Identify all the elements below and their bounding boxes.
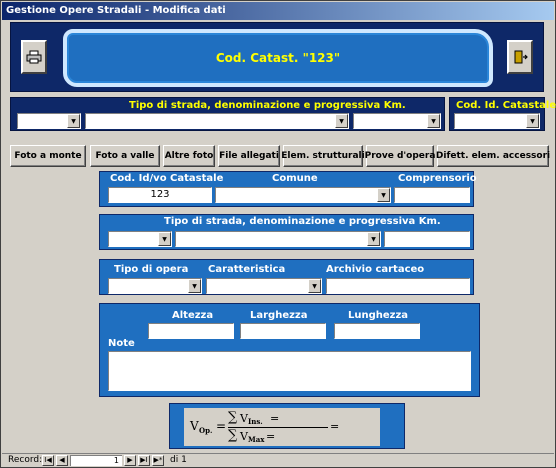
foto-monte-button[interactable]: Foto a monte: [10, 145, 86, 167]
road-panel: Tipo di strada, denominazione e progress…: [99, 214, 474, 250]
fraction-bar: [228, 427, 328, 428]
denominator-equals: =: [266, 430, 276, 443]
last-record-button[interactable]: ▶I: [138, 455, 150, 466]
record-total: di 1: [170, 455, 187, 465]
larghezza-field[interactable]: [240, 323, 326, 339]
vop-symbol: V: [190, 419, 199, 433]
chevron-down-icon[interactable]: ▼: [367, 232, 380, 246]
first-record-button[interactable]: I◀: [42, 455, 54, 466]
chevron-down-icon[interactable]: ▼: [377, 188, 390, 202]
prove-opera-button[interactable]: Prove d'opera: [365, 145, 435, 167]
road-type-combo[interactable]: ▼: [17, 113, 81, 129]
file-allegati-button[interactable]: File allegati: [218, 145, 280, 167]
chevron-down-icon[interactable]: ▼: [67, 114, 80, 128]
lunghezza-field[interactable]: [334, 323, 420, 339]
tipo-opera-combo[interactable]: ▼: [108, 278, 202, 294]
chevron-down-icon[interactable]: ▼: [335, 114, 348, 128]
chevron-down-icon[interactable]: ▼: [158, 232, 171, 246]
prev-record-button[interactable]: ◀: [56, 455, 68, 466]
denominator-subscript: Max: [248, 435, 265, 444]
header-panel: Cod. Catast. "123": [10, 22, 544, 92]
archivio-field[interactable]: [326, 278, 470, 294]
comune-combo[interactable]: ▼: [215, 187, 391, 203]
comune-label: Comune: [272, 173, 318, 184]
opera-panel: Tipo di opera Caratteristica Archivio ca…: [99, 259, 474, 295]
road-name-combo[interactable]: ▼: [85, 113, 349, 129]
altezza-label: Altezza: [172, 310, 214, 321]
catasto-filter-bar: Cod. Id. Catastale ▼: [449, 97, 556, 131]
elem-strutturali-button[interactable]: Elem. strutturali: [281, 145, 365, 167]
caratteristica-label: Caratteristica: [208, 264, 286, 275]
numerator-equals: =: [270, 412, 280, 425]
dimensions-panel: Altezza Larghezza Lunghezza Note: [99, 303, 480, 397]
numerator-subscript: Ins.: [248, 417, 263, 426]
vop-subscript: Op.: [199, 426, 213, 435]
difetti-accessori-button[interactable]: Difett. elem. accessori: [436, 145, 550, 167]
sum-symbol-top: ∑: [228, 410, 238, 425]
tipo-opera-label: Tipo di opera: [114, 264, 189, 275]
chevron-down-icon[interactable]: ▼: [308, 279, 321, 293]
sum-symbol-bottom: ∑: [228, 428, 238, 443]
note-textarea[interactable]: [108, 351, 471, 391]
chevron-down-icon[interactable]: ▼: [188, 279, 201, 293]
altre-foto-button[interactable]: Altre foto: [163, 145, 215, 167]
progressive-km-field[interactable]: [384, 231, 470, 247]
chevron-down-icon[interactable]: ▼: [427, 114, 440, 128]
numerator-v: V: [240, 412, 248, 425]
result-equals: =: [330, 420, 340, 433]
comprensorio-field[interactable]: [394, 187, 470, 203]
road-label: Tipo di strada, denominazione e progress…: [164, 216, 441, 227]
foto-valle-button[interactable]: Foto a valle: [90, 145, 160, 167]
current-record-field[interactable]: 1: [70, 455, 122, 466]
altezza-field[interactable]: [148, 323, 234, 339]
catasto-panel: Cod. Id/vo Catastale Comune Comprensorio…: [99, 171, 477, 207]
exit-button[interactable]: [507, 40, 533, 74]
archivio-label: Archivio cartaceo: [326, 264, 425, 275]
note-label: Note: [108, 338, 135, 349]
road-filter-bar: Tipo di strada, denominazione e progress…: [10, 97, 445, 131]
denominator-v: V: [240, 430, 248, 443]
catasto-banner: Cod. Catast. "123": [63, 29, 493, 87]
comprensorio-label: Comprensorio: [398, 173, 477, 184]
road-name-combo-2[interactable]: ▼: [175, 231, 381, 247]
road-type-combo-2[interactable]: ▼: [108, 231, 172, 247]
form-window: Gestione Opere Stradali - Modifica dati …: [0, 0, 556, 468]
print-button[interactable]: [21, 40, 47, 74]
record-label: Record:: [8, 455, 43, 465]
equals-sign: =: [216, 419, 227, 433]
road-filter-label: Tipo di strada, denominazione e progress…: [129, 100, 406, 111]
larghezza-label: Larghezza: [250, 310, 308, 321]
next-record-button[interactable]: ▶: [124, 455, 136, 466]
progressive-km-combo[interactable]: ▼: [353, 113, 441, 129]
title-bar: Gestione Opere Stradali - Modifica dati: [2, 2, 554, 20]
caratteristica-combo[interactable]: ▼: [206, 278, 322, 294]
exit-door-icon: [514, 50, 528, 64]
catasto-combo[interactable]: ▼: [454, 113, 540, 129]
chevron-down-icon[interactable]: ▼: [526, 114, 539, 128]
printer-icon: [26, 50, 42, 64]
formula-panel: V Op. = ∑ V Ins. = ∑ V Max = =: [169, 403, 405, 449]
new-record-button[interactable]: ▶*: [152, 455, 164, 466]
formula-box: V Op. = ∑ V Ins. = ∑ V Max = =: [184, 408, 380, 446]
record-navigation-bar: Record: I◀ ◀ 1 ▶ ▶I ▶* di 1: [2, 453, 554, 467]
cod-label: Cod. Id/vo Catastale: [110, 173, 224, 184]
cod-field[interactable]: 123: [108, 187, 212, 203]
lunghezza-label: Lunghezza: [348, 310, 409, 321]
banner-text: Cod. Catast. "123": [215, 51, 341, 65]
catasto-filter-label: Cod. Id. Catastale: [456, 100, 556, 111]
